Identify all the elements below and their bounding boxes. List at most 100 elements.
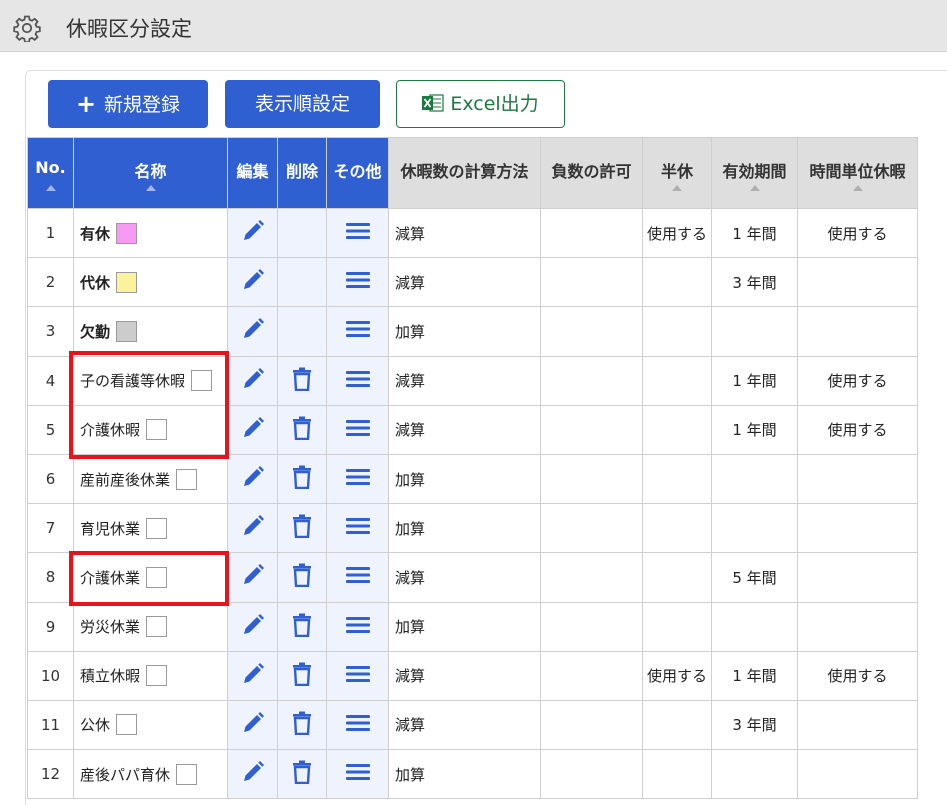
half-day-cell xyxy=(642,749,712,800)
edit-pencil-icon[interactable] xyxy=(240,220,266,248)
edit-pencil-icon[interactable] xyxy=(240,564,266,592)
calc-method-cell: 加算 xyxy=(388,306,541,357)
leave-name-cell: 公休 xyxy=(73,699,228,751)
delete-trash-icon[interactable] xyxy=(291,613,313,641)
color-swatch xyxy=(116,714,138,736)
half-day-cell xyxy=(642,355,712,406)
column-header-edit: 編集 xyxy=(227,137,278,209)
other-cell xyxy=(326,207,389,259)
new-registration-label: 新規登録 xyxy=(104,94,181,116)
delete-trash-icon[interactable] xyxy=(291,367,313,395)
edit-pencil-icon[interactable] xyxy=(240,318,266,346)
menu-icon[interactable] xyxy=(345,616,371,639)
column-header-no[interactable]: No. xyxy=(27,137,74,209)
delete-cell xyxy=(277,503,327,554)
page-header: 休暇区分設定 xyxy=(0,0,947,52)
menu-icon[interactable] xyxy=(345,714,371,737)
table-row: 3 欠勤 加算 xyxy=(27,306,918,357)
negative-allowed-cell xyxy=(540,257,643,308)
menu-icon[interactable] xyxy=(345,272,371,294)
negative-allowed-cell xyxy=(540,749,643,800)
color-swatch xyxy=(116,222,138,244)
menu-icon[interactable] xyxy=(345,469,371,491)
leave-name-cell: 産前産後休業 xyxy=(73,453,228,505)
excel-export-button[interactable]: Excel出力 xyxy=(396,80,565,128)
menu-icon[interactable] xyxy=(345,665,371,688)
column-header-valid-period[interactable]: 有効期間 xyxy=(711,137,798,209)
display-order-button[interactable]: 表示順設定 xyxy=(225,80,380,128)
leave-name-cell: 労災休業 xyxy=(73,601,228,652)
delete-trash-icon[interactable] xyxy=(291,416,313,444)
menu-icon[interactable] xyxy=(345,321,371,343)
table-header-row: No. 名称 編集 削除 その他 休暇数の計算方法 負数の許可 半休 有効期間 … xyxy=(27,137,918,209)
column-header-name[interactable]: 名称 xyxy=(73,137,228,209)
edit-pencil-icon[interactable] xyxy=(240,466,266,494)
color-swatch xyxy=(176,763,198,785)
menu-icon[interactable] xyxy=(345,419,371,442)
delete-trash-icon[interactable] xyxy=(291,514,313,542)
leave-name: 有休 xyxy=(80,224,111,243)
edit-cell xyxy=(227,699,278,751)
half-day-cell xyxy=(642,699,712,751)
edit-cell xyxy=(227,552,278,603)
edit-pencil-icon[interactable] xyxy=(240,416,266,445)
delete-trash-icon[interactable] xyxy=(291,711,313,739)
calc-method-cell: 減算 xyxy=(388,404,541,455)
menu-icon[interactable] xyxy=(345,223,371,245)
negative-allowed-cell xyxy=(540,306,643,357)
delete-trash-icon[interactable] xyxy=(291,563,313,591)
half-day-cell xyxy=(642,453,712,505)
half-day-cell xyxy=(642,503,712,554)
new-registration-button[interactable]: + 新規登録 xyxy=(48,80,208,128)
delete-cell xyxy=(277,650,327,701)
column-header-hourly-leave[interactable]: 時間単位休暇 xyxy=(797,137,918,209)
delete-cell xyxy=(277,257,327,308)
edit-pencil-icon[interactable] xyxy=(240,662,266,691)
negative-allowed-cell xyxy=(540,355,643,406)
delete-cell xyxy=(277,404,327,455)
menu-icon[interactable] xyxy=(345,764,371,786)
other-cell xyxy=(326,453,389,505)
edit-pencil-icon[interactable] xyxy=(240,761,266,789)
menu-icon[interactable] xyxy=(345,567,371,589)
hourly-leave-cell: 使用する xyxy=(797,207,918,259)
negative-allowed-cell xyxy=(540,404,643,455)
menu-icon[interactable] xyxy=(345,518,371,540)
edit-pencil-icon[interactable] xyxy=(240,711,266,740)
column-header-half-day[interactable]: 半休 xyxy=(642,137,712,209)
excel-icon xyxy=(422,94,444,112)
delete-trash-icon[interactable] xyxy=(291,662,313,690)
valid-period-cell: 3 年間 xyxy=(711,257,798,308)
display-order-label: 表示順設定 xyxy=(254,93,350,115)
half-day-cell: 使用する xyxy=(642,207,712,259)
valid-period-cell: 1 年間 xyxy=(711,650,798,701)
other-cell xyxy=(326,306,389,357)
delete-trash-icon[interactable] xyxy=(291,760,313,788)
negative-allowed-cell xyxy=(540,650,643,701)
color-swatch xyxy=(116,320,138,342)
row-number: 12 xyxy=(27,749,74,800)
half-day-cell xyxy=(642,552,712,603)
row-number: 7 xyxy=(27,503,74,554)
leave-name: 産後パパ育休 xyxy=(80,765,171,784)
delete-trash-icon[interactable] xyxy=(291,465,313,493)
hourly-leave-cell xyxy=(797,749,918,800)
edit-pencil-icon[interactable] xyxy=(240,613,266,642)
color-swatch xyxy=(176,468,198,490)
delete-cell xyxy=(277,453,327,505)
leave-name-cell: 欠勤 xyxy=(73,306,228,357)
gear-icon[interactable] xyxy=(13,14,41,42)
edit-pencil-icon[interactable] xyxy=(240,269,266,297)
sort-icon xyxy=(749,185,760,191)
leave-name: 育児休業 xyxy=(80,519,141,538)
menu-icon[interactable] xyxy=(345,370,371,393)
edit-pencil-icon[interactable] xyxy=(240,515,266,543)
valid-period-cell: 1 年間 xyxy=(711,207,798,259)
row-number: 6 xyxy=(27,453,74,505)
row-number: 5 xyxy=(27,404,74,455)
edit-pencil-icon[interactable] xyxy=(240,367,266,396)
excel-export-label: Excel出力 xyxy=(450,93,539,115)
half-day-cell: 使用する xyxy=(642,650,712,701)
other-cell xyxy=(326,749,389,800)
leave-name: 公休 xyxy=(80,716,111,735)
